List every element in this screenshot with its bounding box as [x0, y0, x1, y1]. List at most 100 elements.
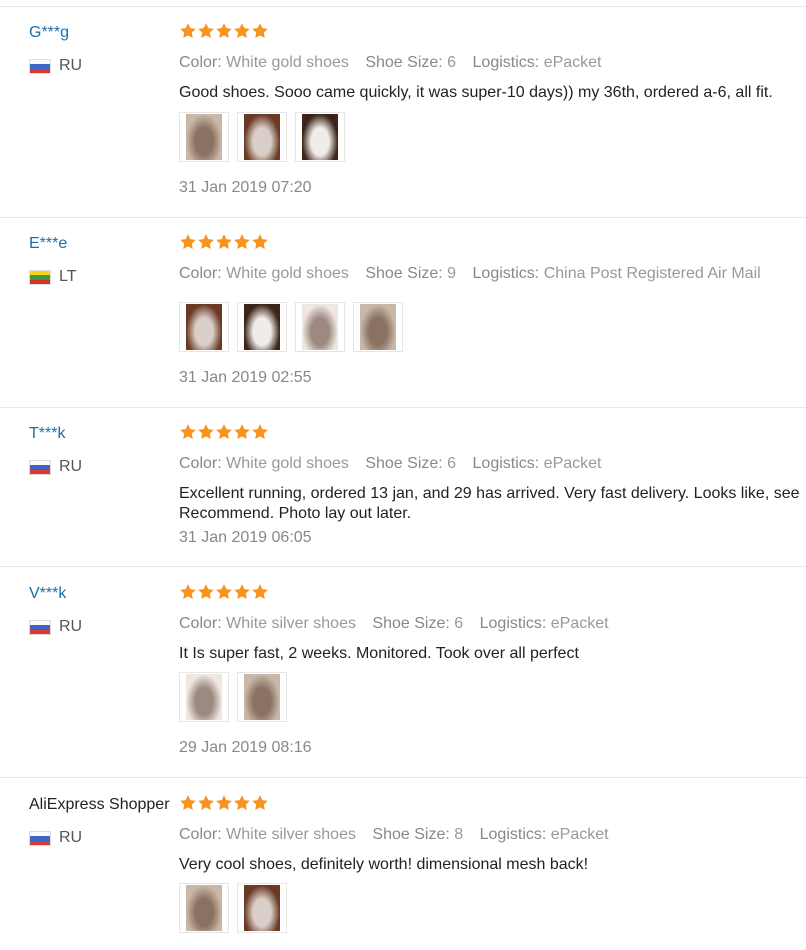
star-icon — [234, 584, 250, 599]
review-photo-thumbnail[interactable] — [179, 672, 229, 722]
country-code: RU — [59, 618, 83, 635]
color-label: Color: — [179, 615, 222, 632]
star-rating — [179, 423, 269, 441]
star-icon — [198, 23, 214, 38]
photo-image — [302, 114, 338, 160]
logistics-value: ePacket — [550, 615, 609, 632]
logistics-value: ePacket — [543, 455, 602, 472]
star-icon — [234, 424, 250, 439]
review-photo-thumbnail[interactable] — [295, 112, 345, 162]
star-rating — [179, 794, 269, 812]
review-photo-thumbnail[interactable] — [237, 112, 287, 162]
product-attributes: Color: White gold shoes Shoe Size: 6 Log… — [179, 455, 602, 473]
reviewer-name[interactable]: G***g — [29, 24, 69, 42]
review-item: AliExpress Shopper RU Color: White silve… — [0, 794, 806, 950]
reviewer-name[interactable]: T***k — [29, 425, 65, 443]
review-date: 31 Jan 2019 02:55 — [179, 369, 312, 386]
reviewer-name[interactable]: E***e — [29, 235, 67, 253]
photo-image — [186, 304, 222, 350]
reviewer-country: RU — [29, 829, 82, 847]
country-code: LT — [59, 268, 77, 285]
photo-image — [360, 304, 396, 350]
star-icon — [216, 23, 232, 38]
photo-image — [244, 304, 280, 350]
photo-image — [186, 885, 222, 931]
color-value: White gold shoes — [226, 54, 349, 71]
star-rating — [179, 22, 269, 40]
review-text: Very cool shoes, definitely worth! dimen… — [179, 856, 589, 873]
review-photo-thumbnail[interactable] — [179, 883, 229, 933]
star-icon — [234, 23, 250, 38]
review-photo-thumbnail[interactable] — [237, 302, 287, 352]
star-icon — [198, 234, 214, 249]
country-code: RU — [59, 57, 83, 74]
review-photo-thumbnail[interactable] — [179, 112, 229, 162]
product-attributes: Color: White gold shoes Shoe Size: 6 Log… — [179, 54, 602, 72]
color-label: Color: — [179, 265, 222, 282]
size-value: 6 — [447, 54, 457, 71]
flag-icon — [29, 58, 51, 74]
logistics-label: Logistics: — [479, 826, 547, 843]
top-divider — [0, 6, 806, 7]
star-icon — [216, 234, 232, 249]
reviewer-name[interactable]: V***k — [29, 585, 66, 603]
star-icon — [216, 584, 232, 599]
star-icon — [216, 424, 232, 439]
flag-icon — [29, 269, 51, 285]
reviewer-country: RU — [29, 458, 82, 476]
star-icon — [252, 795, 268, 810]
review-photo-thumbnail[interactable] — [353, 302, 403, 352]
star-icon — [180, 584, 196, 599]
reviewer-country: RU — [29, 57, 82, 75]
star-icon — [198, 584, 214, 599]
color-value: White silver shoes — [226, 826, 356, 843]
size-value: 8 — [454, 826, 464, 843]
product-attributes: Color: White gold shoes Shoe Size: 9 Log… — [179, 265, 761, 283]
review-photo-thumbnail[interactable] — [295, 302, 345, 352]
review-photos — [179, 302, 411, 352]
star-rating — [179, 233, 269, 251]
star-rating — [179, 583, 269, 601]
review-item: V***k RU Color: White silver shoes Shoe … — [0, 583, 806, 778]
star-icon — [234, 234, 250, 249]
star-icon — [234, 795, 250, 810]
review-date: 31 Jan 2019 06:05 — [179, 529, 312, 546]
logistics-value: China Post Registered Air Mail — [543, 265, 761, 282]
country-code: RU — [59, 458, 83, 475]
review-photo-thumbnail[interactable] — [179, 302, 229, 352]
color-label: Color: — [179, 54, 222, 71]
logistics-value: ePacket — [543, 54, 602, 71]
logistics-label: Logistics: — [472, 265, 540, 282]
review-photos — [179, 112, 353, 162]
review-photo-thumbnail[interactable] — [237, 672, 287, 722]
star-icon — [252, 234, 268, 249]
photo-image — [244, 114, 280, 160]
star-icon — [198, 424, 214, 439]
product-attributes: Color: White silver shoes Shoe Size: 6 L… — [179, 615, 609, 633]
review-divider — [0, 407, 806, 408]
review-divider — [0, 217, 806, 218]
photo-image — [302, 304, 338, 350]
reviewer-name[interactable]: AliExpress Shopper — [29, 796, 170, 814]
review-divider — [0, 777, 806, 778]
review-photos — [179, 883, 295, 933]
size-value: 6 — [447, 455, 457, 472]
flag-icon — [29, 459, 51, 475]
color-label: Color: — [179, 455, 222, 472]
review-photo-thumbnail[interactable] — [237, 883, 287, 933]
review-date: 29 Jan 2019 08:16 — [179, 739, 312, 756]
size-value: 6 — [454, 615, 464, 632]
star-icon — [252, 584, 268, 599]
review-item: E***e LT Color: White gold shoes Shoe Si… — [0, 233, 806, 408]
review-text-line2: Recommend. Photo lay out later. — [179, 505, 412, 522]
product-attributes: Color: White silver shoes Shoe Size: 8 L… — [179, 826, 609, 844]
reviewer-country: RU — [29, 618, 82, 636]
reviewer-country: LT — [29, 268, 76, 286]
star-icon — [216, 795, 232, 810]
size-label: Shoe Size: — [372, 615, 450, 632]
country-code: RU — [59, 829, 83, 846]
review-text: Excellent running, ordered 13 jan, and 2… — [179, 485, 800, 502]
logistics-label: Logistics: — [472, 455, 540, 472]
photo-image — [186, 114, 222, 160]
star-icon — [198, 795, 214, 810]
